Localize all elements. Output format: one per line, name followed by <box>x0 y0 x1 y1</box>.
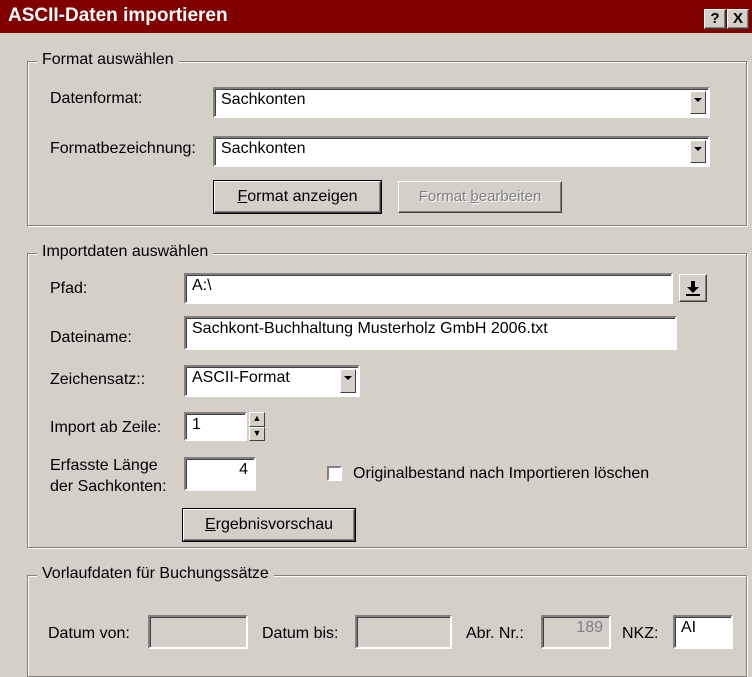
spin-up-button[interactable]: ▲ <box>249 412 265 427</box>
laenge-input[interactable]: 4 <box>184 457 256 491</box>
datum-bis-label: Datum bis: <box>262 625 339 642</box>
button-label: rgebnisvorschau <box>215 516 334 533</box>
pfad-input[interactable]: A:\ <box>184 273 673 304</box>
laenge-value: 4 <box>239 461 248 478</box>
accel-key: E <box>204 516 216 533</box>
nkz-label: NKZ: <box>622 625 659 642</box>
nkz-value: AI <box>681 619 697 636</box>
close-button[interactable]: X <box>727 9 749 29</box>
import-group-legend: Importdaten auswählen <box>37 243 214 261</box>
abr-nr-input[interactable]: 189 <box>541 615 611 649</box>
import-ab-label: Import ab Zeile: <box>50 419 162 436</box>
format-anzeigen-button[interactable]: Format anzeigen <box>213 180 382 214</box>
ergebnisvorschau-button[interactable]: Ergebnisvorschau <box>182 508 356 542</box>
format-group-legend: Format auswählen <box>37 51 179 69</box>
dateiname-label: Dateiname: <box>50 329 132 346</box>
help-icon: ? <box>710 10 720 27</box>
loeschen-checkbox[interactable] <box>327 466 342 481</box>
accel-key: F <box>237 188 248 205</box>
zeichensatz-value: ASCII-Format <box>192 369 290 386</box>
spinner-arrows-icon: ▼ <box>252 428 262 438</box>
datenformat-label: Datenformat: <box>50 90 143 107</box>
browse-button[interactable] <box>679 274 707 302</box>
datenformat-select[interactable]: Sachkonten <box>213 87 710 118</box>
spin-down-button[interactable]: ▼ <box>249 427 265 441</box>
browse-download-icon <box>686 281 700 296</box>
zeichensatz-label: Zeichensatz:: <box>50 371 146 388</box>
import-ab-value: 1 <box>192 416 201 433</box>
datum-von-input[interactable] <box>148 615 248 649</box>
datum-von-label: Datum von: <box>48 625 130 642</box>
import-ab-input[interactable]: 1 <box>184 412 247 441</box>
formatbezeichnung-label: Formatbezeichnung: <box>50 140 196 157</box>
title-bar: ASCII-Daten importieren ? X <box>0 0 752 33</box>
chevron-down-icon[interactable] <box>340 369 356 393</box>
pfad-value: A:\ <box>192 277 212 294</box>
datenformat-value: Sachkonten <box>221 91 306 108</box>
abr-nr-label: Abr. Nr.: <box>466 625 524 642</box>
pfad-label: Pfad: <box>50 280 88 297</box>
format-bearbeiten-button[interactable]: Format bearbeiten <box>398 181 562 213</box>
close-icon: X <box>732 10 743 27</box>
laenge-label-2: der Sachkonten: <box>50 478 167 495</box>
zeichensatz-select[interactable]: ASCII-Format <box>184 365 360 397</box>
formatbezeichnung-select[interactable]: Sachkonten <box>213 136 710 167</box>
chevron-down-icon[interactable] <box>690 140 706 163</box>
loeschen-label: Originalbestand nach Importieren löschen <box>353 465 650 482</box>
nkz-input[interactable]: AI <box>673 615 733 649</box>
chevron-down-icon[interactable] <box>690 91 706 114</box>
formatbezeichnung-value: Sachkonten <box>221 140 306 157</box>
dateiname-input[interactable]: Sachkont-Buchhaltung Musterholz GmbH 200… <box>184 316 677 350</box>
spinner-arrows-icon: ▲ <box>252 413 262 423</box>
button-label: ormat anzeigen <box>247 188 358 205</box>
help-button[interactable]: ? <box>704 9 726 29</box>
window-title: ASCII-Daten importieren <box>8 5 228 26</box>
dateiname-value: Sachkont-Buchhaltung Musterholz GmbH 200… <box>192 320 548 337</box>
datum-bis-input[interactable] <box>355 615 452 649</box>
laenge-label-1: Erfasste Länge <box>50 457 158 474</box>
button-label: earbeiten <box>478 188 542 205</box>
vorlauf-group-legend: Vorlaufdaten für Buchungssätze <box>37 565 274 583</box>
accel-key: b <box>470 188 479 205</box>
button-label: Format <box>418 188 471 205</box>
abr-nr-value: 189 <box>576 619 603 636</box>
